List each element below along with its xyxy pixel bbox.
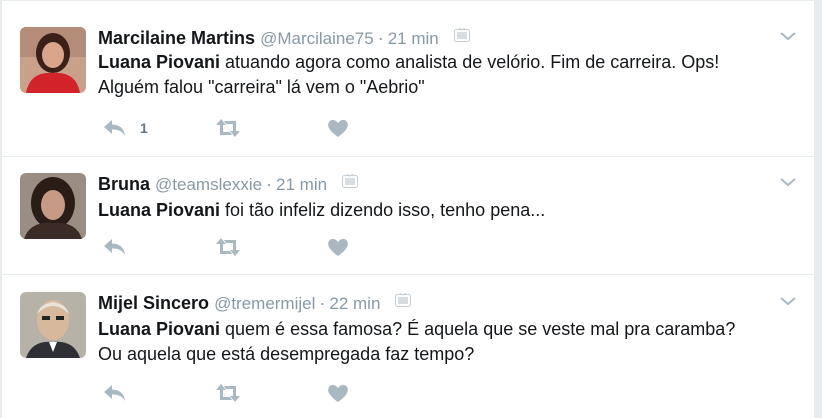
username[interactable]: @teamslexxie: [155, 175, 262, 194]
separator: ·: [266, 174, 273, 194]
reply-button[interactable]: [102, 382, 132, 406]
like-button[interactable]: [326, 382, 356, 406]
reply-icon: [102, 239, 128, 262]
like-button[interactable]: [326, 117, 356, 141]
chevron-down-icon[interactable]: [778, 29, 798, 43]
tweet-text-line: Alguém falou "carreira" lá vem o "Aebrio…: [98, 77, 425, 97]
retweet-icon: [214, 384, 242, 408]
reply-button[interactable]: [102, 236, 132, 260]
mention-link[interactable]: Luana Piovani: [98, 319, 220, 339]
broadcast-source-icon: [453, 25, 470, 47]
like-button[interactable]: [326, 236, 356, 260]
tweet-text-line: Luana Piovani quem é essa famosa? É aque…: [98, 317, 798, 342]
tweet-text-content: foi tão infeliz dizendo isso, tenho pena…: [220, 200, 546, 220]
avatar[interactable]: [20, 292, 86, 358]
tweet[interactable]: Bruna @teamslexxie · 21 min Luana Piovani …: [2, 156, 814, 275]
tweet-text-line: Luana Piovani foi tão infeliz dizendo is…: [98, 198, 798, 223]
display-name[interactable]: Bruna: [98, 174, 150, 194]
display-name[interactable]: Marcilaine Martins: [98, 28, 255, 48]
retweet-button[interactable]: [214, 117, 244, 141]
heart-icon: [326, 119, 350, 143]
separator: ·: [377, 28, 384, 48]
retweet-button[interactable]: [214, 382, 244, 406]
broadcast-source-icon: [395, 290, 412, 312]
tweet-text: Luana Piovani quem é essa famosa? É aque…: [98, 317, 798, 367]
reply-icon: [102, 385, 128, 408]
timestamp[interactable]: 21 min: [388, 29, 439, 48]
username[interactable]: @Marcilaine75: [260, 29, 374, 48]
tweet-header: Mijel Sincero @tremermijel · 22 min: [98, 290, 412, 315]
tweet[interactable]: Mijel Sincero @tremermijel · 22 min Luana …: [2, 275, 814, 418]
avatar[interactable]: [20, 27, 86, 93]
tweet-text-line: Ou aquela que está desempregada faz temp…: [98, 344, 475, 364]
retweet-button[interactable]: [214, 236, 244, 260]
tweet-header: Marcilaine Martins @Marcilaine75 · 21 min: [98, 27, 470, 50]
timeline-scroll-gutter: [814, 0, 822, 418]
separator: ·: [319, 293, 326, 313]
reply-button[interactable]: 1: [102, 117, 162, 141]
chevron-down-icon[interactable]: [778, 294, 798, 308]
username[interactable]: @tremermijel: [214, 294, 315, 313]
heart-icon: [326, 384, 350, 408]
mention-link[interactable]: Luana Piovani: [98, 200, 220, 220]
reply-icon: [102, 120, 128, 143]
tweet-text-content: atuando agora como analista de velório. …: [220, 52, 720, 72]
mention-link[interactable]: Luana Piovani: [98, 52, 220, 72]
tweet-text: Luana Piovani atuando agora como analist…: [98, 50, 798, 100]
retweet-icon: [214, 119, 242, 143]
reply-count: 1: [140, 120, 148, 136]
broadcast-source-icon: [342, 171, 359, 193]
tweet-timeline: Marcilaine Martins @Marcilaine75 · 21 min …: [2, 0, 814, 418]
display-name[interactable]: Mijel Sincero: [98, 293, 209, 313]
tweet-text-content: quem é essa famosa? É aquela que se vest…: [220, 319, 736, 339]
tweet-header: Bruna @teamslexxie · 21 min: [98, 171, 359, 196]
timestamp[interactable]: 21 min: [276, 175, 327, 194]
chevron-down-icon[interactable]: [778, 175, 798, 189]
tweet[interactable]: Marcilaine Martins @Marcilaine75 · 21 min …: [2, 0, 814, 157]
timestamp[interactable]: 22 min: [329, 294, 380, 313]
retweet-icon: [214, 238, 242, 262]
avatar[interactable]: [20, 173, 86, 239]
heart-icon: [326, 238, 350, 262]
tweet-text: Luana Piovani foi tão infeliz dizendo is…: [98, 198, 798, 223]
tweet-text-line: Luana Piovani atuando agora como analist…: [98, 50, 798, 75]
